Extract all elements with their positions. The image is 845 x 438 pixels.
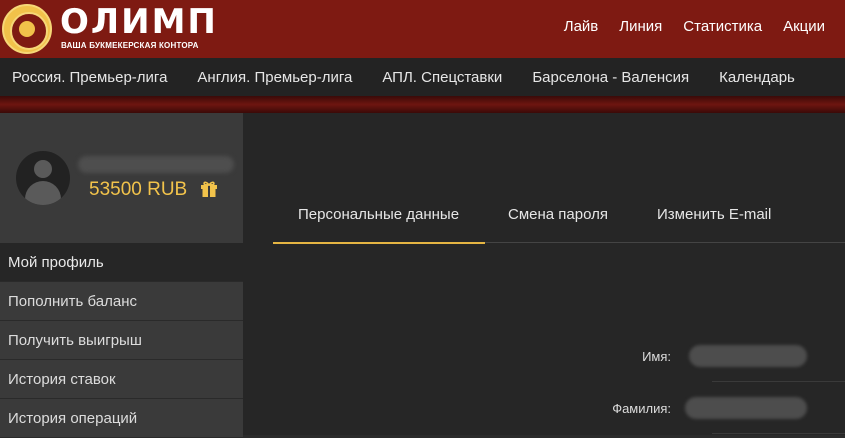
nav-live[interactable]: Лайв [564,18,599,35]
subnav-barcelona-valencia[interactable]: Барселона - Валенсия [532,69,689,86]
last-name-field[interactable] [685,397,807,419]
last-name-divider [712,433,845,434]
sidebar-item-withdraw[interactable]: Получить выигрыш [0,321,243,360]
league-subnav: Россия. Премьер-лига Англия. Премьер-лиг… [0,58,845,96]
subnav-epl-specials[interactable]: АПЛ. Спецставки [382,69,502,86]
tab-change-email[interactable]: Изменить E-mail [657,203,771,242]
nav-line[interactable]: Линия [619,18,662,35]
sidebar-item-transaction-history[interactable]: История операций [0,399,243,438]
first-name-label: Имя: [642,349,671,364]
account-balance: 53500 RUB [89,179,188,200]
sidebar-item-deposit[interactable]: Пополнить баланс [0,282,243,321]
top-nav: Лайв Линия Статистика Акции [564,18,825,35]
nav-statistics[interactable]: Статистика [683,18,762,35]
olimp-logo-emblem-icon[interactable] [2,4,52,54]
last-name-label: Фамилия: [612,401,671,416]
tab-change-password[interactable]: Смена пароля [508,203,608,242]
top-header: ОЛИМП ВАША БУКМЕКЕРСКАЯ КОНТОРА Лайв Лин… [0,0,845,58]
profile-summary: 53500 RUB [0,113,243,243]
first-name-field[interactable] [689,345,807,367]
logo-text[interactable]: ОЛИМП [60,4,218,40]
profile-sidebar: Мой профиль Пополнить баланс Получить вы… [0,243,243,438]
logo-tagline: ВАША БУКМЕКЕРСКАЯ КОНТОРА [61,41,199,50]
profile-main: Персональные данные Смена пароля Изменит… [243,113,845,435]
profile-tabs: Персональные данные Смена пароля Изменит… [272,203,845,244]
sidebar-item-bet-history[interactable]: История ставок [0,360,243,399]
user-avatar-icon[interactable] [16,151,70,205]
subnav-england-premier[interactable]: Англия. Премьер-лига [197,69,352,86]
decorative-banner-strip [0,96,845,113]
tab-personal-data[interactable]: Персональные данные [272,203,486,244]
nav-promotions[interactable]: Акции [783,18,825,35]
subnav-calendar[interactable]: Календарь [719,69,795,86]
subnav-russia-premier[interactable]: Россия. Премьер-лига [12,69,167,86]
username-redacted [78,156,234,173]
sidebar-item-my-profile[interactable]: Мой профиль [0,243,243,282]
gift-icon[interactable] [200,180,218,198]
first-name-divider [712,381,845,382]
